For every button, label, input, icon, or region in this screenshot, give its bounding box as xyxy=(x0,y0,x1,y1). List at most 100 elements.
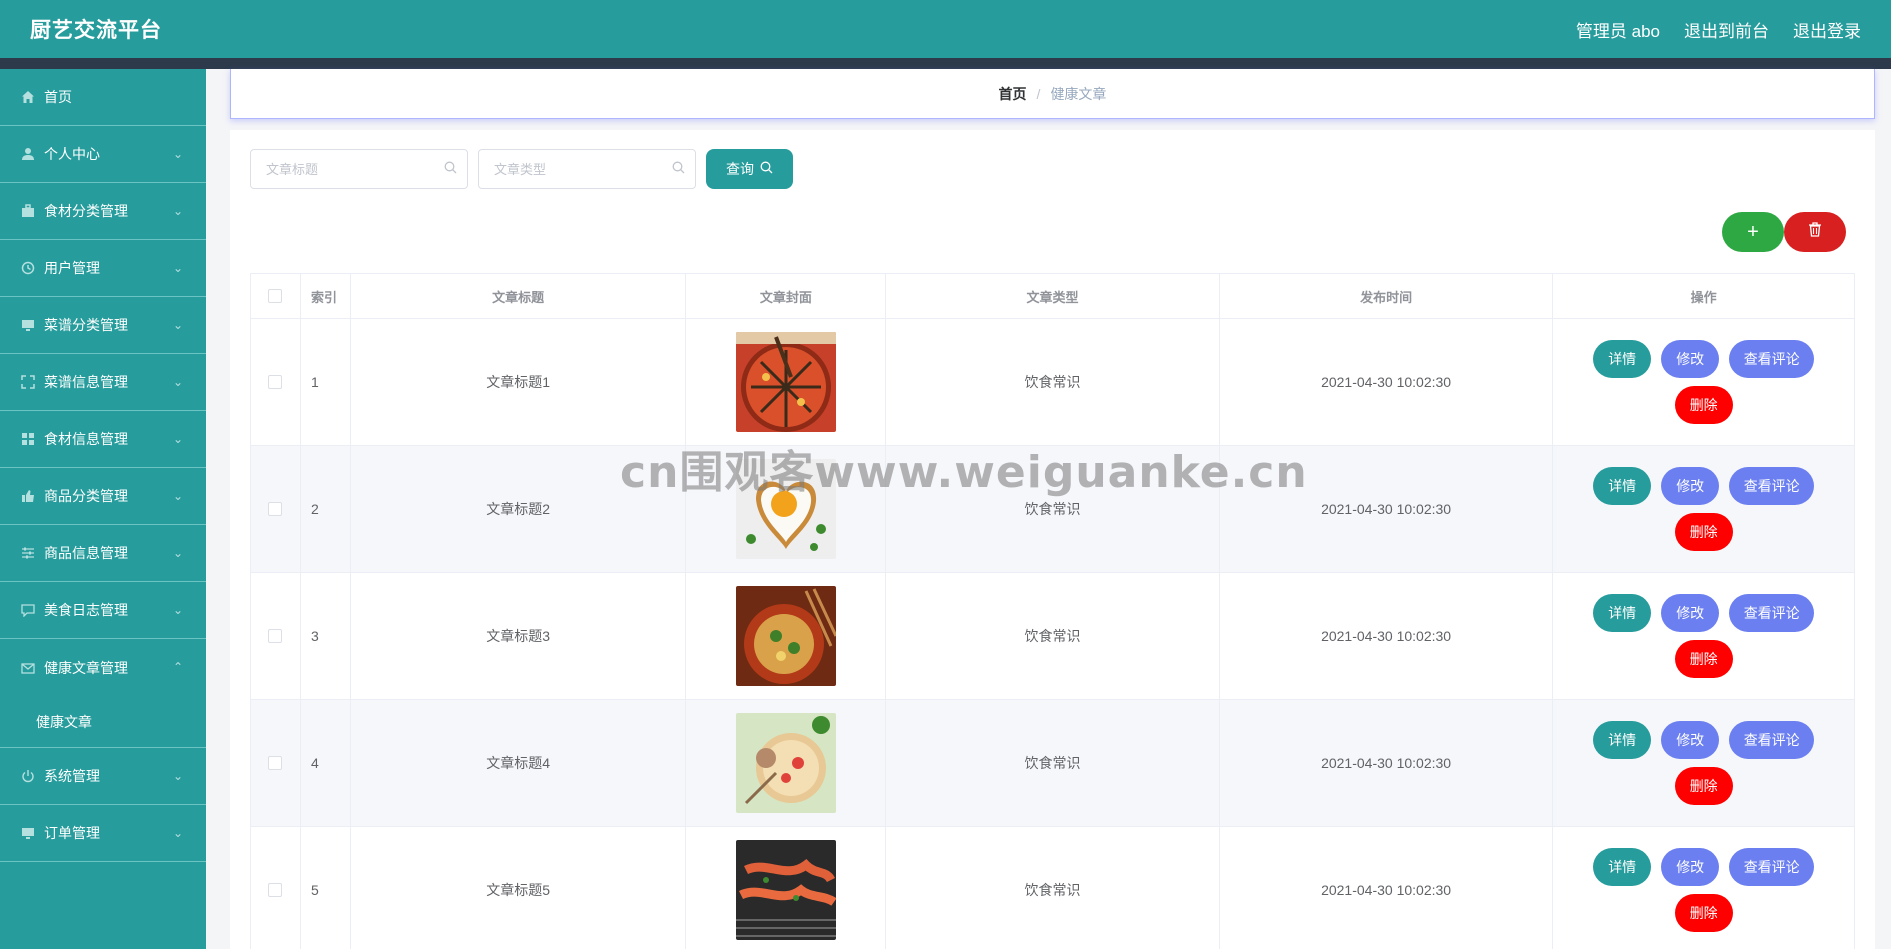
row-checkbox-cell xyxy=(251,446,301,572)
edit-button[interactable]: 修改 xyxy=(1661,721,1720,759)
row-cover-cell xyxy=(686,446,887,572)
query-button[interactable]: 查询 xyxy=(706,149,793,189)
row-checkbox[interactable] xyxy=(268,375,283,389)
sliders-icon xyxy=(20,545,36,561)
logout-link[interactable]: 退出登录 xyxy=(1793,17,1861,42)
chevron-down-icon: ⌄ xyxy=(172,375,184,389)
header-operations: 操作 xyxy=(1690,289,1717,305)
sidebar-item-ingredient-info[interactable]: 食材信息管理 ⌄ xyxy=(0,411,206,468)
power-icon xyxy=(20,768,36,784)
view-comments-button[interactable]: 查看评论 xyxy=(1729,848,1815,886)
view-comments-button[interactable]: 查看评论 xyxy=(1729,467,1815,505)
header-divider-strip xyxy=(0,58,1891,69)
table-row: 5 文章标题5 饮食常识 2021-04-30 10:02:30 详情 修改 查… xyxy=(251,827,1854,949)
article-type-search[interactable] xyxy=(478,149,696,189)
search-icon xyxy=(672,161,685,177)
top-header: 厨艺交流平台 管理员 abo 退出到前台 退出登录 xyxy=(0,0,1891,58)
sidebar-item-food-log[interactable]: 美食日志管理 ⌄ xyxy=(0,582,206,639)
sidebar-item-health-article-mgmt[interactable]: 健康文章管理 ⌃ xyxy=(0,639,206,696)
mail-icon xyxy=(20,660,36,676)
row-cover-cell xyxy=(686,319,887,445)
chevron-down-icon: ⌄ xyxy=(172,261,184,275)
delete-button[interactable]: 删除 xyxy=(1674,513,1733,551)
row-publish-time: 2021-04-30 10:02:30 xyxy=(1220,573,1554,699)
sidebar-item-home[interactable]: 首页 xyxy=(0,69,206,126)
search-icon xyxy=(760,161,773,177)
chat-icon xyxy=(20,602,36,618)
article-type-input[interactable] xyxy=(494,161,654,177)
select-all-checkbox[interactable] xyxy=(268,289,283,303)
sidebar-item-system[interactable]: 系统管理 ⌄ xyxy=(0,748,206,805)
sidebar-item-label: 商品信息管理 xyxy=(44,545,128,561)
chevron-down-icon: ⌄ xyxy=(172,432,184,446)
view-comments-button[interactable]: 查看评论 xyxy=(1729,721,1815,759)
sidebar-item-label: 食材信息管理 xyxy=(44,431,128,447)
sidebar-subitem-health-article[interactable]: 健康文章 xyxy=(0,696,206,748)
row-checkbox[interactable] xyxy=(268,629,283,643)
view-comments-button[interactable]: 查看评论 xyxy=(1729,594,1815,632)
exit-to-frontend-link[interactable]: 退出到前台 xyxy=(1684,17,1769,42)
row-checkbox[interactable] xyxy=(268,883,283,897)
delete-button[interactable]: 删除 xyxy=(1674,767,1733,805)
view-comments-button[interactable]: 查看评论 xyxy=(1729,340,1815,378)
briefcase-icon xyxy=(20,203,36,219)
delete-button[interactable]: 删除 xyxy=(1674,386,1733,424)
chevron-down-icon: ⌄ xyxy=(172,318,184,332)
plus-icon: + xyxy=(1747,220,1759,243)
home-icon xyxy=(20,89,36,105)
sidebar-item-orders[interactable]: 订单管理 ⌄ xyxy=(0,805,206,862)
admin-user-link[interactable]: 管理员 abo xyxy=(1576,17,1660,42)
detail-button[interactable]: 详情 xyxy=(1593,467,1652,505)
row-index: 2 xyxy=(301,446,351,572)
row-type: 饮食常识 xyxy=(886,573,1220,699)
chevron-down-icon: ⌄ xyxy=(172,489,184,503)
detail-button[interactable]: 详情 xyxy=(1593,340,1652,378)
article-title-search[interactable] xyxy=(250,149,468,189)
chevron-up-icon: ⌃ xyxy=(172,660,184,674)
add-button[interactable]: + xyxy=(1722,212,1784,252)
query-button-label: 查询 xyxy=(726,161,754,177)
sidebar-item-product-category[interactable]: 商品分类管理 ⌄ xyxy=(0,468,206,525)
table-header-row: 索引 文章标题 文章封面 文章类型 发布时间 操作 xyxy=(251,274,1854,319)
sidebar-item-recipe-info[interactable]: 菜谱信息管理 ⌄ xyxy=(0,354,206,411)
row-checkbox-cell xyxy=(251,319,301,445)
sidebar-item-label: 系统管理 xyxy=(44,768,100,784)
monitor-icon xyxy=(20,317,36,333)
row-operations: 详情 修改 查看评论 删除 xyxy=(1553,446,1854,572)
breadcrumb-current: 健康文章 xyxy=(1050,85,1107,102)
batch-delete-button[interactable] xyxy=(1784,212,1846,252)
chevron-down-icon: ⌄ xyxy=(172,826,184,840)
detail-button[interactable]: 详情 xyxy=(1593,594,1652,632)
app-brand: 厨艺交流平台 xyxy=(30,19,162,42)
row-checkbox[interactable] xyxy=(268,502,283,516)
breadcrumb-home[interactable]: 首页 xyxy=(999,84,1027,104)
sidebar-item-label: 用户管理 xyxy=(44,260,100,276)
edit-button[interactable]: 修改 xyxy=(1661,340,1720,378)
row-operations: 详情 修改 查看评论 删除 xyxy=(1553,319,1854,445)
row-title: 文章标题1 xyxy=(351,319,687,445)
sidebar-item-personal-center[interactable]: 个人中心 ⌄ xyxy=(0,126,206,183)
header-checkbox-cell xyxy=(251,274,301,318)
sidebar-item-product-info[interactable]: 商品信息管理 ⌄ xyxy=(0,525,206,582)
delete-button[interactable]: 删除 xyxy=(1674,640,1733,678)
sidebar-item-recipe-category[interactable]: 菜谱分类管理 ⌄ xyxy=(0,297,206,354)
sidebar-item-ingredient-category[interactable]: 食材分类管理 ⌄ xyxy=(0,183,206,240)
chevron-down-icon: ⌄ xyxy=(172,204,184,218)
trash-icon xyxy=(1808,222,1822,242)
detail-button[interactable]: 详情 xyxy=(1593,848,1652,886)
delete-button[interactable]: 删除 xyxy=(1674,894,1733,932)
sidebar-item-label: 订单管理 xyxy=(44,825,100,841)
article-title-input[interactable] xyxy=(266,161,426,177)
row-checkbox[interactable] xyxy=(268,756,283,770)
edit-button[interactable]: 修改 xyxy=(1661,594,1720,632)
cover-image-egg xyxy=(735,459,836,559)
table-row: 4 文章标题4 饮食常识 2021-04-30 10:02:30 详情 修改 查… xyxy=(251,700,1854,827)
detail-button[interactable]: 详情 xyxy=(1593,721,1652,759)
table-row: 2 文章标题2 饮食常识 2021-04-30 10:02:30 详情 修改 查… xyxy=(251,446,1854,573)
edit-button[interactable]: 修改 xyxy=(1661,848,1720,886)
sidebar-item-label: 食材分类管理 xyxy=(44,203,128,219)
edit-button[interactable]: 修改 xyxy=(1661,467,1720,505)
sidebar-item-users[interactable]: 用户管理 ⌄ xyxy=(0,240,206,297)
top-links: 管理员 abo 退出到前台 退出登录 xyxy=(1576,17,1861,42)
row-checkbox-cell xyxy=(251,827,301,949)
